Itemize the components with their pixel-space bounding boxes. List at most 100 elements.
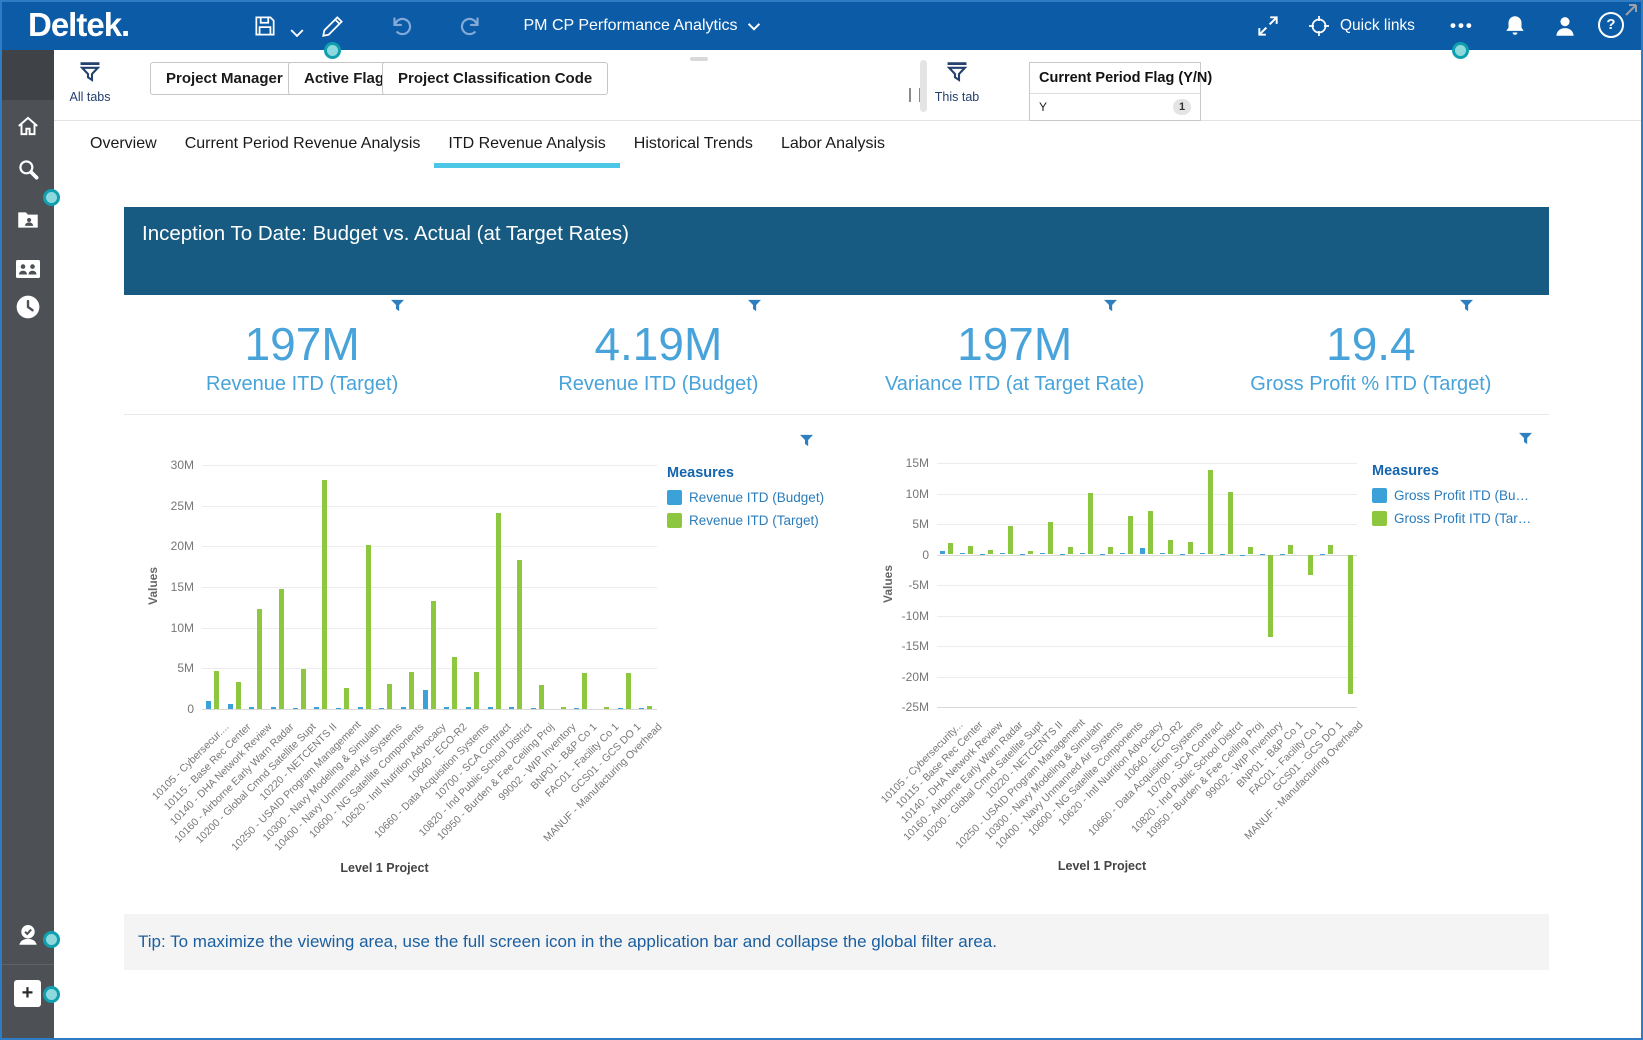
target-bar[interactable] — [473, 671, 479, 709]
budget-bar[interactable] — [960, 552, 965, 555]
undo-icon[interactable] — [388, 13, 414, 39]
quick-links-button[interactable]: Quick links — [1307, 2, 1415, 50]
notifications-bell-icon[interactable] — [1502, 13, 1528, 39]
target-bar[interactable] — [278, 588, 284, 709]
kpi-filter-funnel-icon[interactable] — [1103, 299, 1118, 312]
target-bar[interactable] — [968, 545, 973, 555]
target-bar[interactable] — [1028, 550, 1033, 555]
more-options-icon[interactable]: ••• — [1450, 16, 1474, 36]
target-bar[interactable] — [1268, 554, 1273, 638]
budget-bar[interactable] — [1180, 553, 1185, 555]
target-bar[interactable] — [343, 687, 349, 709]
target-bar[interactable] — [235, 682, 241, 709]
budget-bar[interactable] — [270, 707, 276, 709]
target-bar[interactable] — [1088, 492, 1093, 555]
budget-bar[interactable] — [249, 707, 255, 709]
budget-bar[interactable] — [1080, 553, 1085, 555]
target-bar[interactable] — [257, 608, 263, 709]
fullscreen-icon[interactable] — [1255, 13, 1281, 39]
budget-bar[interactable] — [530, 708, 536, 710]
target-bar[interactable] — [988, 550, 993, 555]
legend-item[interactable]: Gross Profit ITD (Bu… — [1372, 488, 1552, 503]
this-tab-filter[interactable]: This tab — [929, 62, 985, 104]
history-clock-icon[interactable] — [15, 294, 41, 320]
filter-splitter[interactable] — [920, 60, 927, 112]
budget-bar[interactable] — [335, 708, 341, 710]
budget-bar[interactable] — [1000, 553, 1005, 555]
help-icon[interactable]: ? — [1598, 12, 1624, 38]
target-bar[interactable] — [1148, 511, 1153, 555]
target-bar[interactable] — [452, 656, 458, 709]
target-bar[interactable] — [1168, 539, 1173, 555]
budget-bar[interactable] — [205, 700, 211, 709]
edit-pencil-icon[interactable] — [320, 13, 346, 39]
budget-bar[interactable] — [980, 553, 985, 555]
budget-bar[interactable] — [400, 707, 406, 709]
chart-filter-funnel-icon[interactable] — [799, 434, 814, 447]
target-bar[interactable] — [1228, 491, 1233, 555]
tab-itd-revenue-analysis[interactable]: ITD Revenue Analysis — [434, 120, 619, 168]
walkthrough-dot[interactable] — [1452, 42, 1469, 59]
target-bar[interactable] — [1348, 554, 1353, 694]
target-bar[interactable] — [538, 685, 544, 709]
budget-bar[interactable] — [1140, 548, 1145, 555]
chart-filter-funnel-icon[interactable] — [1518, 432, 1533, 445]
budget-bar[interactable] — [487, 706, 493, 709]
kpi-filter-funnel-icon[interactable] — [747, 299, 762, 312]
target-bar[interactable] — [300, 669, 306, 709]
budget-bar[interactable] — [1040, 553, 1045, 555]
target-bar[interactable] — [1008, 526, 1013, 555]
budget-bar[interactable] — [292, 708, 298, 710]
target-bar[interactable] — [517, 560, 523, 709]
target-bar[interactable] — [1328, 545, 1333, 555]
budget-bar[interactable] — [1240, 554, 1245, 556]
user-profile-icon[interactable] — [1552, 13, 1578, 39]
approvals-person-check-icon[interactable] — [15, 922, 41, 948]
budget-bar[interactable] — [1100, 553, 1105, 555]
target-bar[interactable] — [1208, 469, 1213, 555]
search-icon[interactable] — [15, 156, 41, 182]
target-bar[interactable] — [1188, 542, 1193, 555]
kpi-filter-funnel-icon[interactable] — [1459, 299, 1474, 312]
target-bar[interactable] — [603, 707, 609, 709]
redo-icon[interactable] — [458, 13, 484, 39]
target-bar[interactable] — [1128, 516, 1133, 555]
target-bar[interactable] — [430, 600, 436, 709]
contacts-icon[interactable] — [15, 256, 41, 282]
filter-button-project-manager[interactable]: Project Manager — [150, 62, 299, 95]
kpi-filter-funnel-icon[interactable] — [390, 299, 405, 312]
budget-bar[interactable] — [617, 708, 623, 710]
save-dropdown-chevron-icon[interactable] — [290, 20, 304, 46]
budget-bar[interactable] — [465, 707, 471, 709]
target-bar[interactable] — [948, 542, 953, 555]
all-tabs-filter[interactable]: All tabs — [62, 62, 118, 104]
target-bar[interactable] — [582, 673, 588, 709]
budget-bar[interactable] — [1320, 553, 1325, 555]
tab-labor-analysis[interactable]: Labor Analysis — [767, 120, 899, 168]
add-button[interactable]: + — [14, 980, 41, 1007]
target-bar[interactable] — [560, 706, 566, 709]
tab-current-period-revenue-analysis[interactable]: Current Period Revenue Analysis — [171, 120, 435, 168]
target-bar[interactable] — [408, 672, 414, 709]
walkthrough-dot[interactable] — [324, 42, 341, 59]
budget-bar[interactable] — [379, 708, 385, 710]
tab-historical-trends[interactable]: Historical Trends — [620, 120, 767, 168]
budget-bar[interactable] — [940, 551, 945, 555]
budget-bar[interactable] — [227, 704, 233, 709]
budget-bar[interactable] — [639, 708, 645, 710]
walkthrough-dot[interactable] — [43, 986, 60, 1003]
budget-bar[interactable] — [574, 708, 580, 710]
dashboard-title-group[interactable]: PM CP Performance Analytics — [523, 2, 761, 50]
legend-item[interactable]: Revenue ITD (Target) — [667, 513, 847, 528]
target-bar[interactable] — [365, 544, 371, 709]
budget-bar[interactable] — [1220, 553, 1225, 555]
target-bar[interactable] — [647, 705, 653, 709]
budget-bar[interactable] — [509, 707, 515, 709]
target-bar[interactable] — [387, 683, 393, 709]
budget-bar[interactable] — [422, 690, 428, 709]
budget-bar[interactable] — [1260, 553, 1265, 555]
save-icon[interactable] — [252, 13, 278, 39]
budget-bar[interactable] — [1020, 553, 1025, 555]
budget-bar[interactable] — [1280, 553, 1285, 555]
target-bar[interactable] — [1288, 545, 1293, 555]
